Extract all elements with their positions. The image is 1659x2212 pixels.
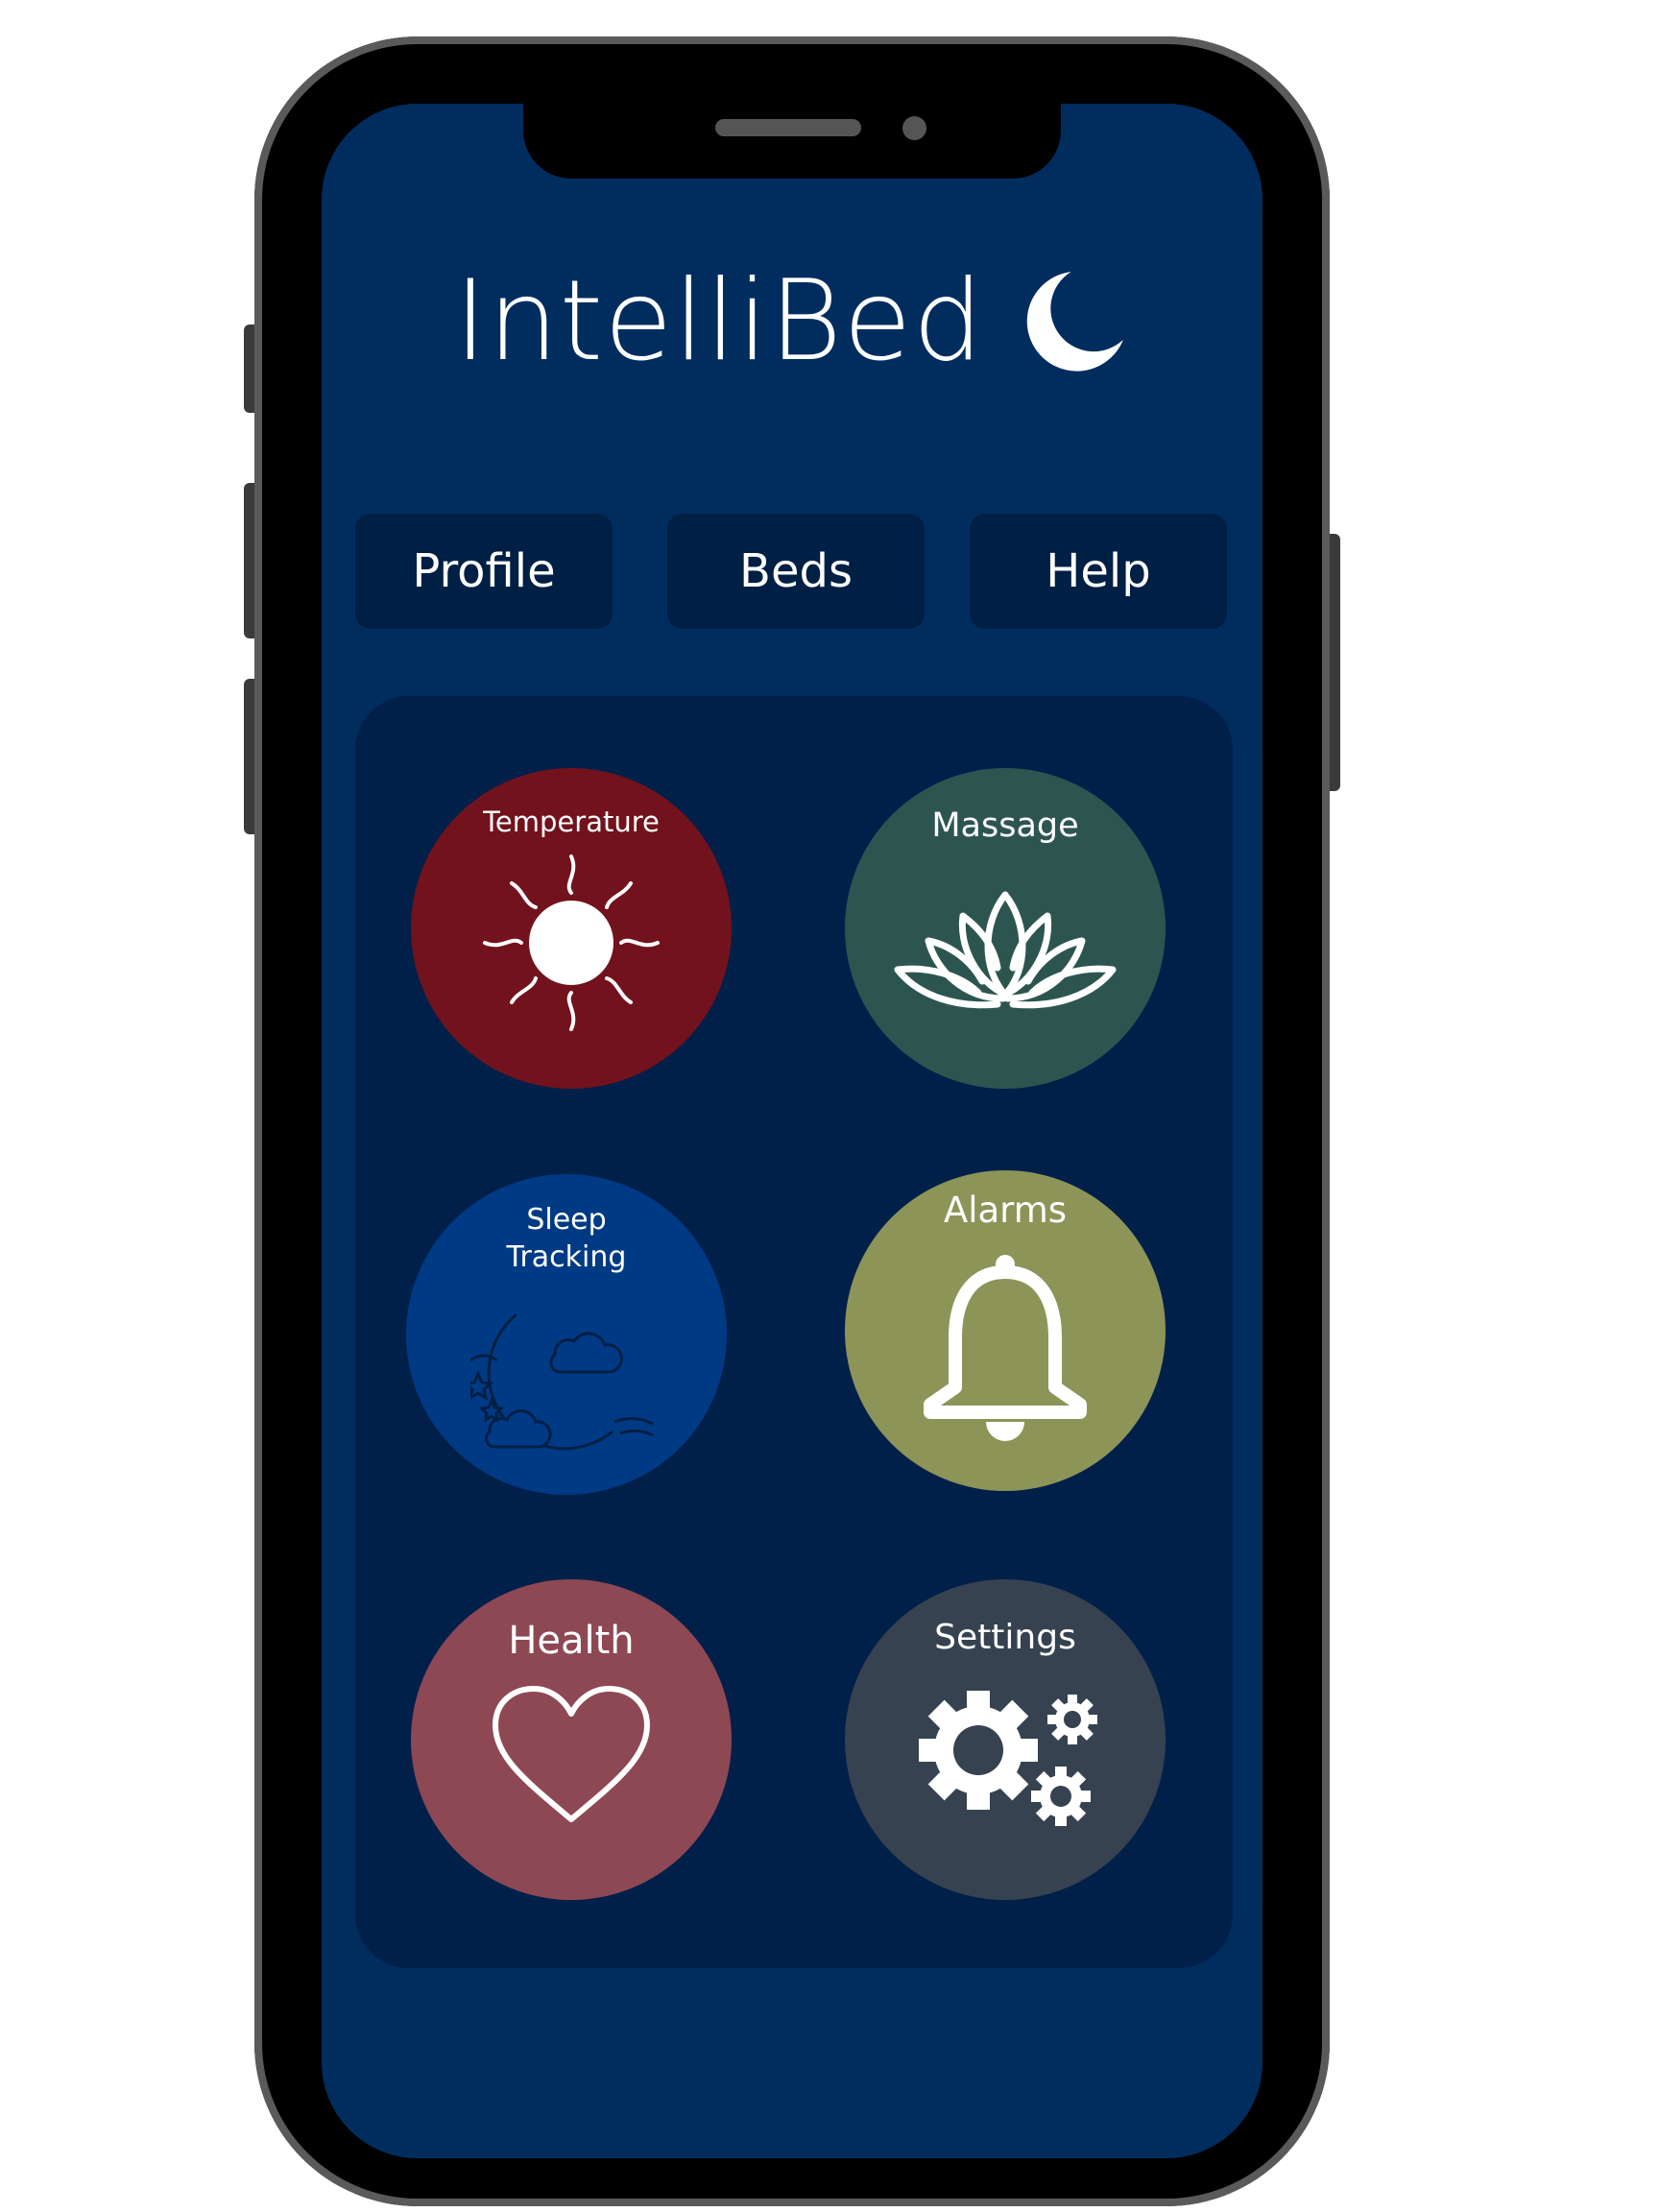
massage-tile[interactable]: Massage — [845, 768, 1166, 1089]
moon-icon — [1026, 272, 1124, 372]
settings-tile[interactable]: Settings — [845, 1579, 1166, 1900]
massage-label: Massage — [931, 806, 1079, 845]
sun-icon — [483, 854, 660, 1031]
help-button[interactable]: Help — [970, 514, 1227, 629]
alarms-label: Alarms — [943, 1190, 1068, 1231]
health-tile[interactable]: Health — [411, 1579, 732, 1900]
app-screen: IntelliBed Profile Beds Help Temperature — [322, 104, 1262, 2158]
top-nav: Profile Beds Help — [355, 514, 1231, 629]
feature-panel: Temperature Massage Sleep Tracking Alarm… — [355, 696, 1233, 1968]
heart-icon — [493, 1686, 650, 1822]
lotus-icon — [894, 891, 1117, 1009]
speaker-grille — [715, 119, 861, 136]
moon-clouds-icon — [470, 1312, 654, 1451]
settings-label: Settings — [934, 1618, 1076, 1657]
sleep-tracking-tile[interactable]: Sleep Tracking — [406, 1174, 727, 1495]
alarms-tile[interactable]: Alarms — [845, 1170, 1166, 1491]
gears-icon — [919, 1691, 1097, 1826]
front-camera — [902, 116, 926, 140]
app-header: IntelliBed — [322, 265, 1262, 378]
phone-notch — [523, 104, 1061, 179]
temperature-label: Temperature — [483, 805, 660, 838]
sleep-tracking-label: Sleep Tracking — [506, 1203, 627, 1274]
bell-icon — [924, 1255, 1087, 1441]
temperature-tile[interactable]: Temperature — [411, 768, 732, 1089]
app-title: IntelliBed — [453, 256, 985, 386]
health-label: Health — [508, 1619, 635, 1663]
profile-button[interactable]: Profile — [355, 514, 613, 629]
beds-button[interactable]: Beds — [667, 514, 925, 629]
